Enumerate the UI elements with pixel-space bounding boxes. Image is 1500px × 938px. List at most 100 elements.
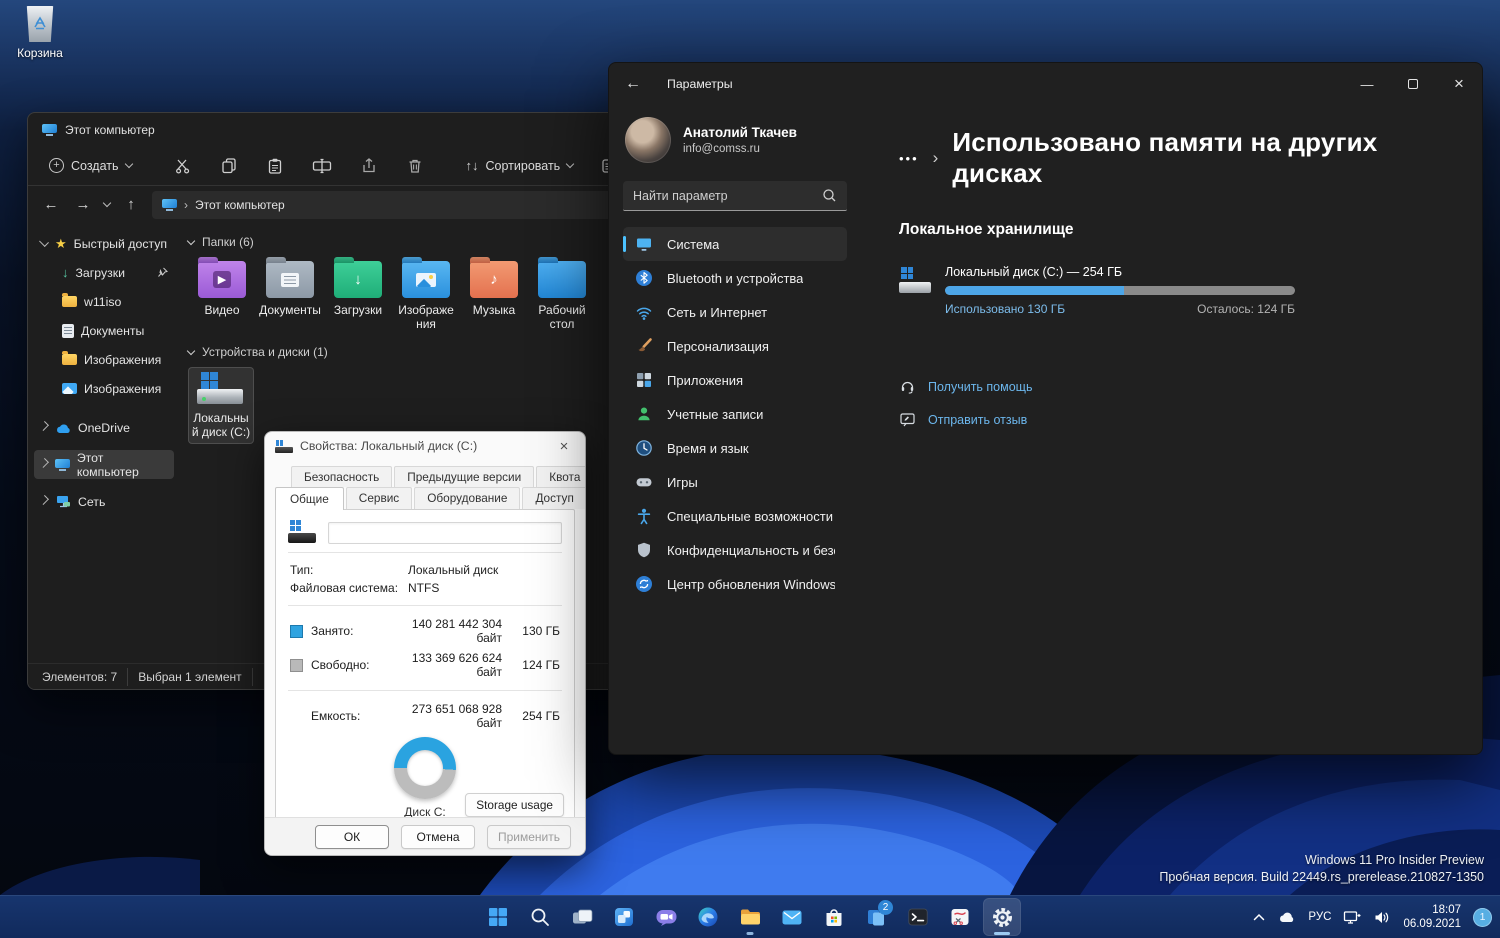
nav-item-system[interactable]: Система (623, 227, 847, 261)
nav-item-network[interactable]: Сеть и Интернет (623, 295, 847, 329)
folder-tile-documents[interactable]: Документы (256, 257, 324, 335)
section-devices[interactable]: Устройства и диски (1) (188, 341, 680, 363)
nav-item-bluetooth[interactable]: Bluetooth и устройства (623, 261, 847, 295)
storage-usage-button[interactable]: Storage usage (465, 793, 564, 817)
sidebar-item-pictures-folder[interactable]: Изображения (34, 345, 174, 374)
folder-label: Загрузки (327, 303, 389, 317)
nav-item-privacy[interactable]: Конфиденциальность и безопас (623, 533, 847, 567)
notification-center-badge[interactable]: 1 (1473, 908, 1492, 927)
folder-tile-music[interactable]: ♪ Музыка (460, 257, 528, 335)
recycle-bin-desktop-icon[interactable]: Корзина (6, 6, 74, 60)
close-icon[interactable]: × (553, 438, 575, 455)
mountain-photo-icon (416, 273, 436, 287)
settings-app-title: Параметры (667, 77, 733, 91)
cancel-button[interactable]: Отмена (401, 825, 475, 849)
search-input[interactable] (633, 189, 822, 203)
tab-tools[interactable]: Сервис (346, 487, 412, 509)
user-account-row[interactable]: Анатолий Ткачев info@comss.ru (623, 111, 847, 169)
nav-item-apps[interactable]: Приложения (623, 363, 847, 397)
terminal-button[interactable] (899, 898, 937, 936)
feedback-hub-button[interactable]: 2 (857, 898, 895, 936)
tab-previous-versions[interactable]: Предыдущие версии (394, 466, 534, 487)
nav-item-gaming[interactable]: Игры (623, 465, 847, 499)
nav-label: Система (667, 237, 719, 252)
sidebar-item-network[interactable]: Сеть (34, 487, 174, 516)
paste-button[interactable] (259, 152, 291, 180)
widgets-button[interactable] (605, 898, 643, 936)
snipping-tool-button[interactable] (941, 898, 979, 936)
section-folders[interactable]: Папки (6) (188, 231, 680, 253)
tab-hardware[interactable]: Оборудование (414, 487, 520, 509)
sidebar-item-quick-access[interactable]: ★ Быстрый доступ (34, 229, 174, 258)
forward-button[interactable]: → (72, 196, 94, 213)
folder-tile-desktop[interactable]: Рабочий стол (528, 257, 596, 335)
sidebar-item-downloads[interactable]: ↓ Загрузки (34, 258, 174, 287)
nav-item-windows-update[interactable]: Центр обновления Windows (623, 567, 847, 601)
sidebar-item-this-pc[interactable]: Этот компьютер (34, 450, 174, 479)
chat-button[interactable] (647, 898, 685, 936)
tab-security[interactable]: Безопасность (291, 466, 392, 487)
search-button[interactable] (521, 898, 559, 936)
start-button[interactable] (479, 898, 517, 936)
folder-tile-video[interactable]: ▶ Видео (188, 257, 256, 335)
settings-button[interactable] (983, 898, 1021, 936)
minimize-button[interactable]: — (1344, 63, 1390, 105)
tab-quota[interactable]: Квота (536, 466, 586, 487)
get-help-link[interactable]: Получить помощь (899, 378, 1426, 395)
delete-button[interactable] (399, 152, 431, 180)
nav-item-accounts[interactable]: Учетные записи (623, 397, 847, 431)
back-button[interactable]: ← (40, 196, 62, 213)
share-button[interactable] (353, 152, 385, 180)
explorer-titlebar[interactable]: Этот компьютер (28, 113, 686, 146)
task-view-button[interactable] (563, 898, 601, 936)
local-disk-usage-row[interactable]: Локальный диск (C:) — 254 ГБ Использован… (899, 265, 1426, 316)
nav-item-accessibility[interactable]: Специальные возможности (623, 499, 847, 533)
sidebar-item-onedrive[interactable]: OneDrive (34, 413, 174, 442)
local-disk-tile[interactable]: Локальный диск (C:) (188, 367, 254, 444)
sidebar-item-documents[interactable]: Документы (34, 316, 174, 345)
language-indicator[interactable]: РУС (1308, 911, 1331, 923)
microsoft-store-button[interactable] (815, 898, 853, 936)
dialog-titlebar[interactable]: Свойства: Локальный диск (C:) × (265, 432, 585, 460)
nav-item-time-language[interactable]: Время и язык (623, 431, 847, 465)
breadcrumb-overflow-button[interactable]: ••• (899, 151, 919, 166)
apply-button[interactable]: Применить (487, 825, 571, 849)
file-explorer-button[interactable] (731, 898, 769, 936)
back-button[interactable]: ← (625, 75, 655, 93)
nav-item-personalization[interactable]: Персонализация (623, 329, 847, 363)
tab-sharing[interactable]: Доступ (522, 487, 586, 509)
rename-button[interactable] (305, 152, 339, 180)
open-app-indicator (747, 932, 754, 935)
dialog-button-row: ОК Отмена Применить (265, 817, 585, 855)
volume-tray-icon[interactable] (1374, 910, 1391, 925)
sidebar-item-pictures[interactable]: Изображения (34, 374, 174, 403)
ok-button[interactable]: ОК (315, 825, 389, 849)
mail-button[interactable] (773, 898, 811, 936)
edge-button[interactable] (689, 898, 727, 936)
tab-general[interactable]: Общие (275, 487, 344, 510)
up-button[interactable]: ↑ (120, 196, 142, 213)
settings-search-box[interactable] (623, 181, 847, 211)
sidebar-item-w11iso[interactable]: w11iso (34, 287, 174, 316)
disk-name-input[interactable] (328, 522, 562, 544)
sort-button[interactable]: ↑↓ Сортировать (459, 153, 581, 178)
maximize-button[interactable] (1390, 63, 1436, 105)
onedrive-tray-icon[interactable] (1278, 911, 1296, 923)
mail-icon (781, 908, 803, 927)
copy-button[interactable] (213, 152, 245, 180)
folder-tile-pictures[interactable]: Изображения (392, 257, 460, 335)
send-feedback-link[interactable]: Отправить отзыв (899, 411, 1426, 428)
address-bar[interactable]: › Этот компьютер (152, 191, 674, 219)
tray-chevron-up-icon[interactable] (1252, 912, 1266, 922)
tray-clock[interactable]: 18:07 06.09.2021 (1403, 903, 1461, 931)
close-button[interactable]: × (1436, 63, 1482, 105)
recent-locations-chevron[interactable] (103, 199, 111, 207)
network-tray-icon[interactable] (1343, 910, 1362, 925)
cut-button[interactable] (167, 152, 199, 180)
new-button[interactable]: + Создать (42, 153, 139, 178)
nav-label: Центр обновления Windows (667, 577, 835, 592)
free-bytes: 133 369 626 624 байт (408, 651, 502, 679)
onedrive-cloud-icon (55, 422, 71, 434)
settings-titlebar[interactable]: ← Параметры — × (609, 63, 1482, 105)
folder-tile-downloads[interactable]: ↓ Загрузки (324, 257, 392, 335)
